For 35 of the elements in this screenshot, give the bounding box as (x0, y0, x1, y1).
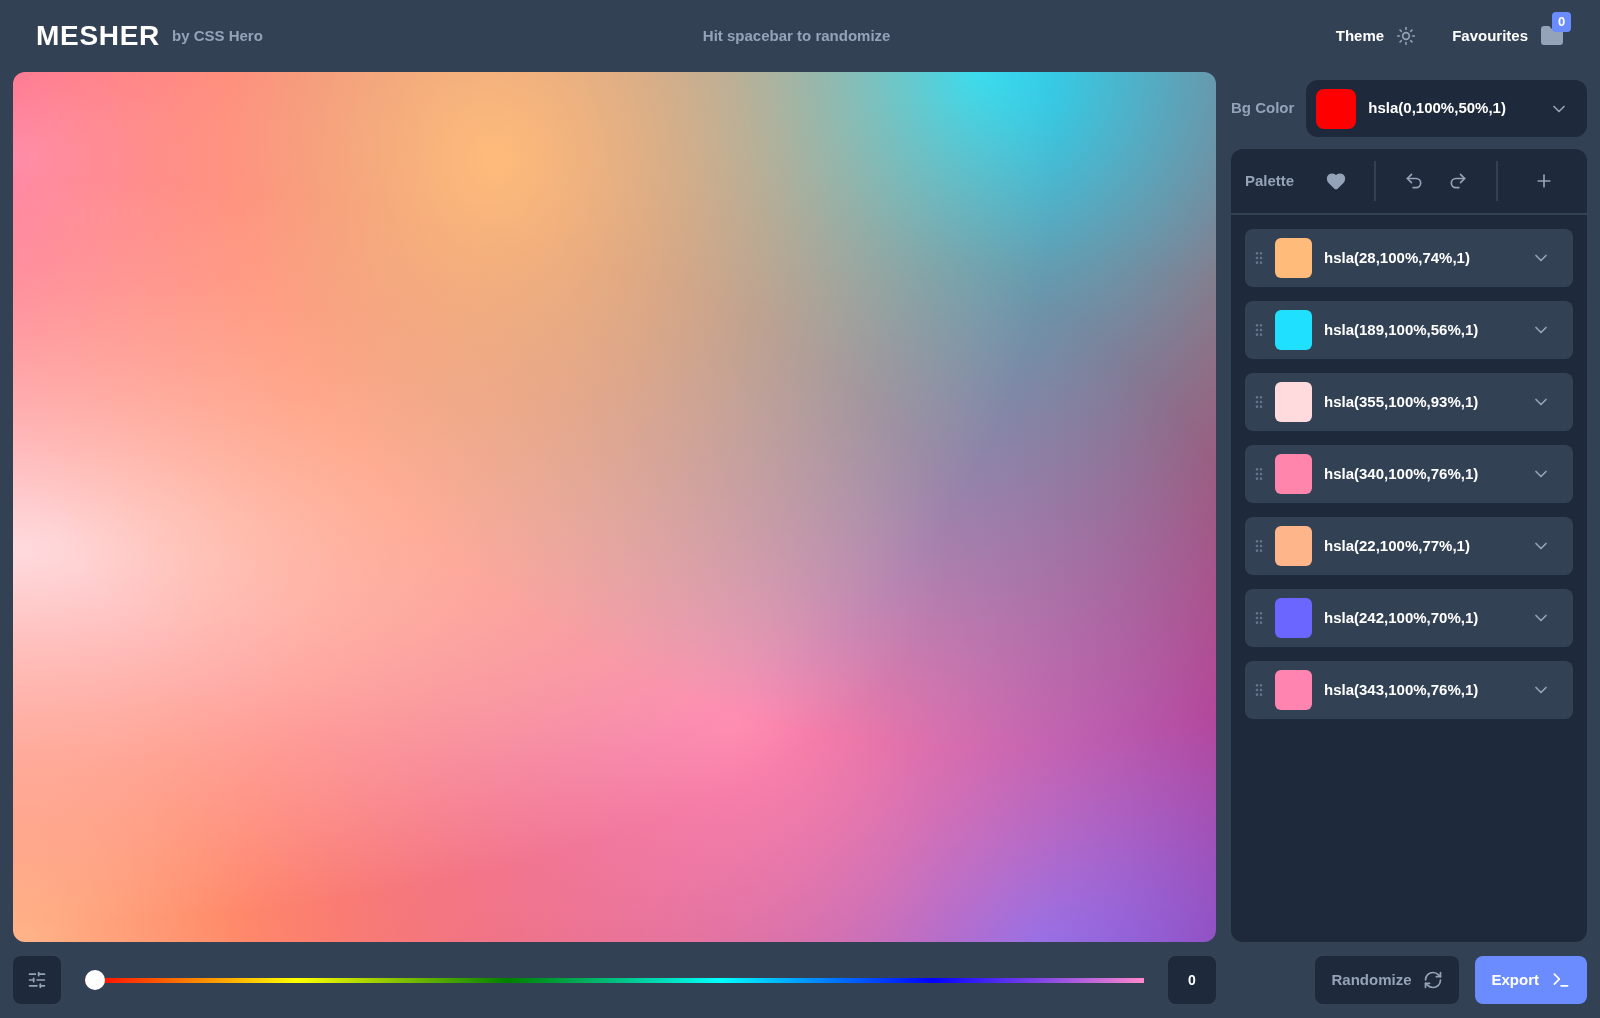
palette-color-row[interactable]: hsla(355,100%,93%,1) (1245, 373, 1573, 431)
theme-button[interactable]: Theme (1335, 24, 1385, 48)
slider-thumb[interactable] (85, 970, 105, 990)
hue-value: 0 (1168, 956, 1216, 1004)
palette-label: Palette (1245, 170, 1295, 191)
sliders-icon (27, 970, 47, 990)
heart-icon (1326, 171, 1347, 191)
sun-icon (1396, 26, 1417, 46)
redo-button[interactable] (1448, 171, 1469, 191)
palette-color-row[interactable]: hsla(340,100%,76%,1) (1245, 445, 1573, 503)
refresh-icon (1423, 970, 1444, 990)
color-value: hsla(242,100%,70%,1) (1324, 607, 1479, 628)
palette-color-row[interactable]: hsla(343,100%,76%,1) (1245, 661, 1573, 719)
favourite-button[interactable] (1326, 171, 1347, 191)
favourites-count-badge: 0 (1552, 12, 1572, 32)
bg-color-label: Bg Color (1231, 98, 1295, 119)
terminal-icon (1551, 970, 1571, 990)
randomize-button[interactable]: Randomize (1315, 956, 1460, 1004)
color-value: hsla(340,100%,76%,1) (1324, 463, 1479, 484)
color-value: hsla(355,100%,93%,1) (1324, 391, 1479, 412)
palette-color-row[interactable]: hsla(28,100%,74%,1) (1245, 229, 1573, 287)
bg-color-picker[interactable]: hsla(0,100%,50%,1) (1306, 80, 1587, 137)
color-value: hsla(28,100%,74%,1) (1324, 247, 1470, 268)
byline: by CSS Hero (172, 25, 263, 46)
palette-color-row[interactable]: hsla(189,100%,56%,1) (1245, 301, 1573, 359)
palette-color-row[interactable]: hsla(22,100%,77%,1) (1245, 517, 1573, 575)
favourites-button[interactable]: Favourites (1452, 24, 1528, 48)
redo-icon (1448, 171, 1469, 191)
hint-text: Hit spacebar to randomize (702, 25, 891, 46)
settings-button[interactable] (13, 956, 61, 1004)
color-value: hsla(189,100%,56%,1) (1324, 319, 1479, 340)
palette-color-row[interactable]: hsla(242,100%,70%,1) (1245, 589, 1573, 647)
logo: MESHER (36, 19, 160, 53)
color-value: hsla(22,100%,77%,1) (1324, 535, 1470, 556)
color-value: hsla(343,100%,76%,1) (1324, 679, 1479, 700)
